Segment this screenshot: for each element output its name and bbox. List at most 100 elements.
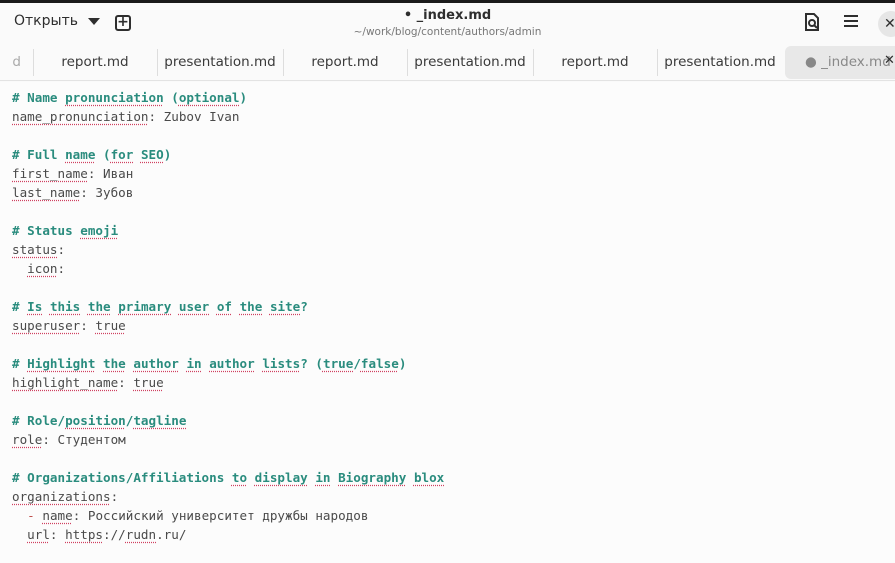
code-token — [247, 470, 255, 485]
tab-item[interactable]: report.md — [283, 44, 407, 81]
code-token: position — [65, 413, 126, 428]
tab-item-active[interactable]: ● _index.md — [785, 46, 895, 79]
code-token — [232, 299, 240, 314]
code-token: https — [65, 527, 103, 542]
code-token: : — [58, 242, 66, 257]
code-token: ( — [95, 147, 110, 162]
code-token: author — [133, 356, 179, 371]
code-token: ) — [240, 90, 248, 105]
tab-label: presentation.md — [164, 54, 275, 70]
code-token: Biography — [338, 470, 406, 485]
code-token: to — [232, 470, 247, 485]
code-line: # Full name (for SEO) — [12, 145, 171, 164]
code-token — [12, 527, 27, 542]
code-line: # Is this the primary user of the site? — [12, 297, 308, 316]
tab-bar: d report.md presentation.md report.md pr… — [0, 44, 895, 81]
code-token — [80, 299, 88, 314]
code-token: ( — [164, 90, 179, 105]
code-token: role — [12, 432, 42, 447]
code-token: status — [12, 242, 58, 257]
tab-label: report.md — [61, 54, 128, 70]
code-token — [12, 508, 27, 523]
code-token: # Name — [12, 90, 65, 105]
code-token: emoji — [80, 223, 118, 238]
tab-label: presentation.md — [664, 54, 775, 70]
code-token: the — [88, 299, 111, 314]
code-token: the — [240, 299, 263, 314]
code-token: : Зубов — [80, 185, 133, 200]
code-line: name_pronunciation: Zubov Ivan — [12, 107, 239, 126]
code-token: .ru/ — [156, 527, 186, 542]
tab-item[interactable]: presentation.md — [657, 44, 783, 81]
tab-label: ● _index.md — [805, 54, 891, 70]
code-token: highlight_name — [12, 375, 118, 390]
code-token: ) — [399, 356, 407, 371]
tab-item[interactable]: d — [0, 44, 33, 81]
menu-icon[interactable] — [843, 13, 859, 32]
code-token: # Role/ — [12, 413, 65, 428]
tab-label: d — [12, 54, 21, 70]
code-token: author — [209, 356, 255, 371]
code-token: ? ( — [300, 356, 323, 371]
code-token: # Full — [12, 147, 65, 162]
code-token: blox — [414, 470, 444, 485]
tab-item[interactable]: presentation.md — [407, 44, 533, 81]
code-token: for — [111, 147, 134, 162]
code-line: # Highlight the author in author lists? … — [12, 354, 406, 373]
code-token: Is — [27, 299, 42, 314]
code-token: lists — [262, 356, 300, 371]
code-token: true — [95, 318, 125, 333]
code-token: organizations — [12, 489, 111, 504]
code-token — [95, 356, 103, 371]
tab-item[interactable]: report.md — [533, 44, 657, 81]
code-line: organizations: — [12, 487, 118, 506]
code-token — [133, 147, 141, 162]
code-token: this — [50, 299, 80, 314]
code-line: status: — [12, 240, 65, 259]
code-token — [406, 470, 414, 485]
close-tab-icon[interactable]: ✕ — [884, 53, 895, 68]
code-token: pronunciation — [65, 90, 164, 105]
code-token: : — [58, 261, 66, 276]
code-token: true — [323, 356, 353, 371]
code-token — [331, 470, 339, 485]
code-token: : Российский университет дружбы народов — [73, 508, 369, 523]
code-token: : — [80, 318, 95, 333]
code-token: name — [42, 508, 72, 523]
code-token: : Zubov Ivan — [148, 109, 239, 124]
code-line: url: https://rudn.ru/ — [12, 525, 186, 544]
code-token: # Status — [12, 223, 80, 238]
code-token: : — [50, 527, 65, 542]
header-bar: Открыть + • _index.md ~/work/blog/conten… — [0, 3, 895, 43]
code-token: Highlight — [27, 356, 95, 371]
code-line: # Status emoji — [12, 221, 118, 240]
code-token — [209, 299, 217, 314]
code-token: : Иван — [88, 166, 134, 181]
code-token: the — [103, 356, 126, 371]
code-line: # Name pronunciation (optional) — [12, 88, 247, 107]
code-token: icon — [27, 261, 57, 276]
tab-item[interactable]: report.md — [33, 44, 157, 81]
code-token: # Organizations/Affiliations — [12, 470, 232, 485]
search-document-icon[interactable] — [804, 13, 820, 35]
code-token: : — [118, 375, 133, 390]
code-token: name — [65, 147, 95, 162]
code-token: site — [270, 299, 300, 314]
code-token: ) — [164, 147, 172, 162]
code-token: rudn — [126, 527, 156, 542]
tab-item[interactable]: presentation.md — [157, 44, 283, 81]
code-line: # Role/position/tagline — [12, 411, 186, 430]
code-token: : — [111, 489, 119, 504]
code-token: url — [27, 527, 50, 542]
code-line: - name: Российский университет дружбы на… — [12, 506, 368, 525]
code-token: false — [361, 356, 399, 371]
tab-label: report.md — [561, 54, 628, 70]
text-editor[interactable]: # Name pronunciation (optional) name_pron… — [0, 82, 895, 563]
code-token: / — [353, 356, 361, 371]
code-token: # — [12, 299, 27, 314]
code-token: ? — [300, 299, 308, 314]
code-token — [171, 299, 179, 314]
code-line: highlight_name: true — [12, 373, 164, 392]
code-line: # Organizations/Affiliations to display … — [12, 468, 444, 487]
code-token — [42, 299, 50, 314]
